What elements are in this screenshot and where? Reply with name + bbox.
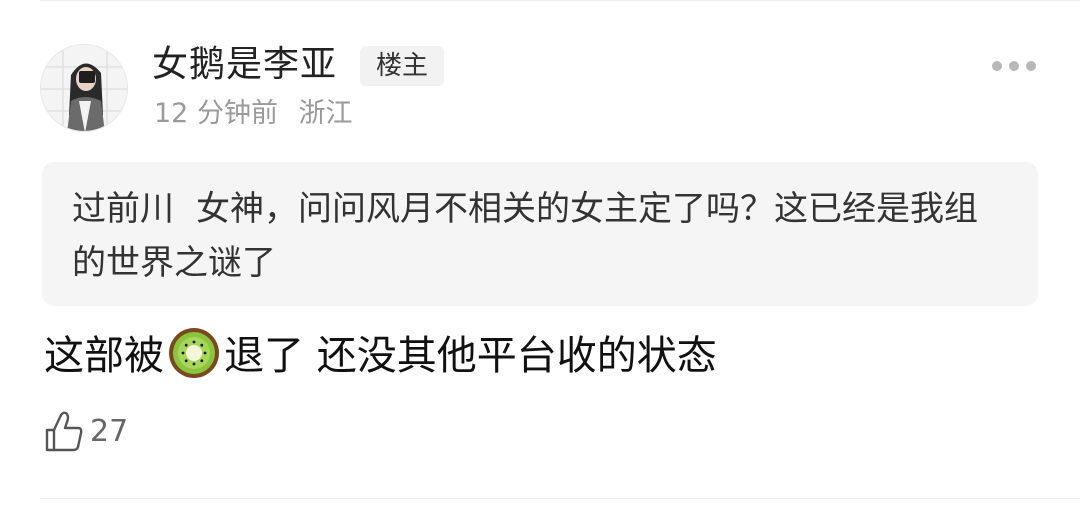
timestamp: 12 分钟前 bbox=[154, 98, 278, 129]
quoted-text: 女神，问问风月不相关的女主定了吗？这已经是我组的世界之谜了 bbox=[72, 189, 978, 283]
comment-card: 女鹅是李亚 楼主 12 分钟前 浙江 过前川 女神，问问风月不相关的女主定了吗？这… bbox=[0, 0, 1080, 512]
comment-body: 这部被 退了 还没其他平台收的状态 bbox=[44, 326, 717, 386]
kiwi-emoji bbox=[169, 328, 219, 378]
quoted-user[interactable]: 过前川 bbox=[72, 189, 174, 229]
quoted-reply[interactable]: 过前川 女神，问问风月不相关的女主定了吗？这已经是我组的世界之谜了 bbox=[42, 162, 1038, 306]
more-dots-icon[interactable] bbox=[992, 58, 1036, 74]
bottom-divider bbox=[40, 498, 1080, 499]
location: 浙江 bbox=[298, 98, 353, 129]
comment-meta: 12 分钟前 浙江 bbox=[154, 96, 353, 132]
thumbs-up-icon bbox=[45, 411, 83, 452]
avatar[interactable] bbox=[40, 44, 128, 132]
comment-body-start: 这部被 bbox=[44, 333, 164, 379]
like-button[interactable]: 27 bbox=[44, 410, 128, 454]
top-divider bbox=[40, 0, 1080, 1]
like-count: 27 bbox=[90, 414, 129, 449]
username[interactable]: 女鹅是李亚 bbox=[152, 42, 337, 88]
op-badge: 楼主 bbox=[360, 46, 444, 86]
comment-body-end: 退了 还没其他平台收的状态 bbox=[224, 333, 717, 379]
